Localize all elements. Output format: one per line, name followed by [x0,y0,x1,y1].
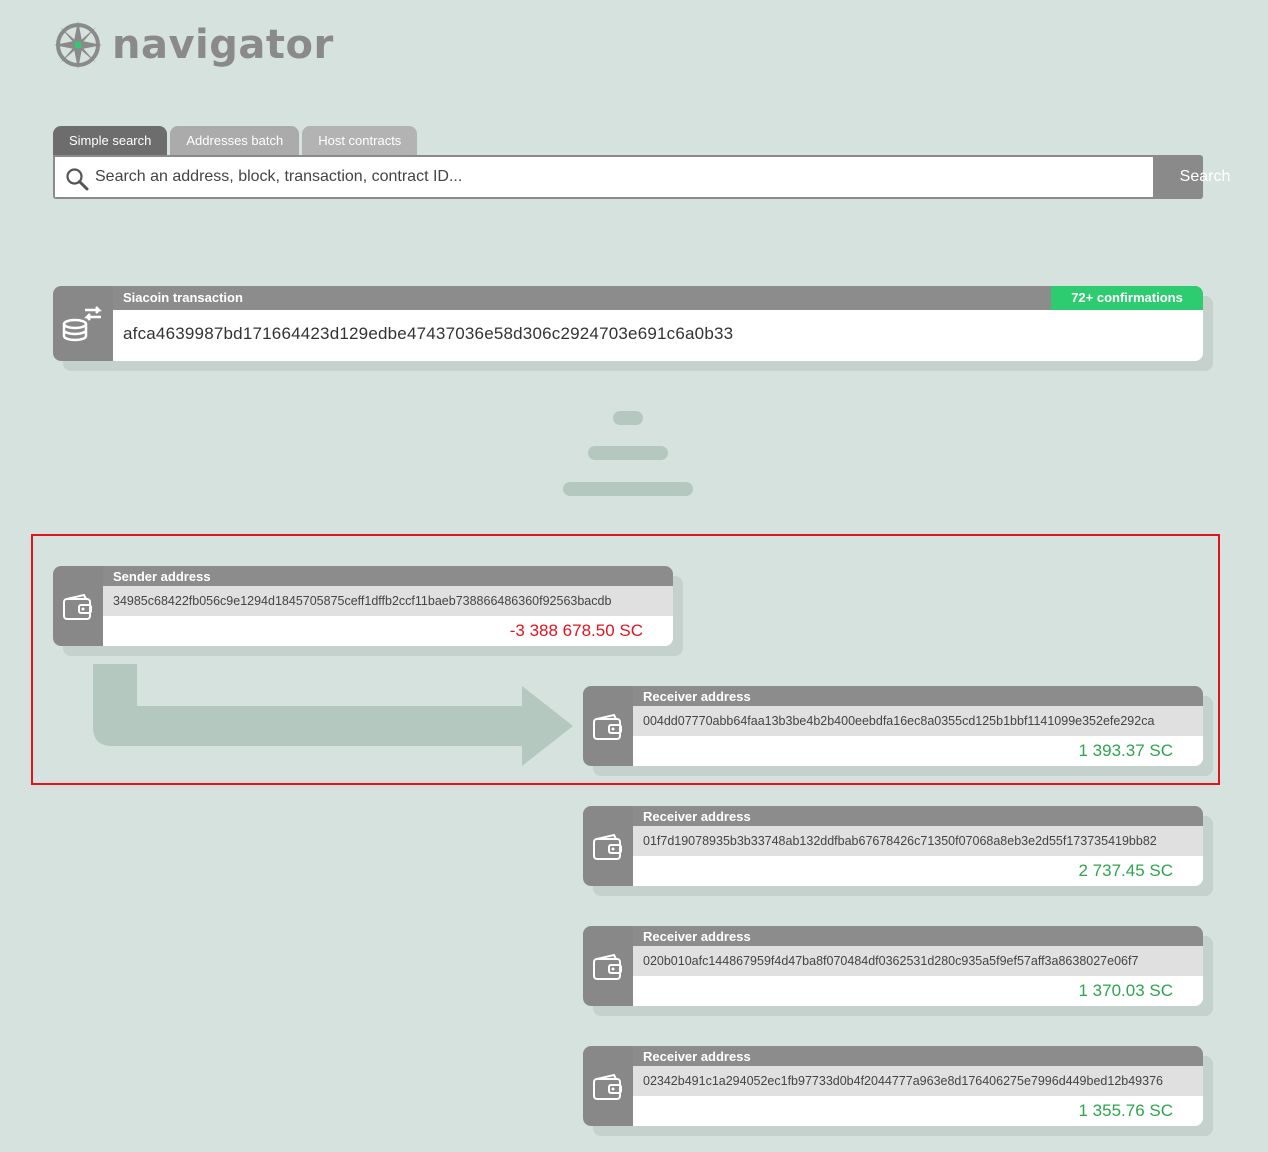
receiver-address[interactable]: 01f7d19078935b3b33748ab132ddfbab67678426… [643,826,1157,856]
search-input[interactable] [95,157,1145,197]
receiver-amount: 2 737.45 SC [1078,861,1173,880]
transaction-card: Siacoin transaction 72+ confirmations af… [53,286,1203,361]
receiver-address-row: 01f7d19078935b3b33748ab132ddfbab67678426… [633,826,1203,856]
search-tabs: Simple search Addresses batch Host contr… [53,126,420,156]
receiver-header: Receiver address [633,1046,1203,1066]
sender-header: Sender address [103,566,673,586]
compass-icon [54,21,102,69]
separator-bar-small [613,411,643,425]
transaction-type-label: Siacoin transaction [123,290,243,305]
tab-simple-search[interactable]: Simple search [53,126,168,156]
sender-title: Sender address [113,569,211,584]
receiver-address[interactable]: 020b010afc144867959f4d47ba8f070484df0362… [643,946,1138,976]
receiver-title: Receiver address [643,929,751,944]
wallet-icon [593,954,622,980]
wallet-icon [593,714,622,740]
receiver-header: Receiver address [633,926,1203,946]
wallet-icon [593,1074,622,1100]
transaction-icon-panel [53,286,113,361]
receiver-address[interactable]: 004dd07770abb64faa13b3be4b2b400eebdfa16e… [643,706,1154,736]
receiver-icon-panel [583,806,633,886]
sender-address-row: 34985c68422fb056c9e1294d1845705875ceff1d… [103,586,673,616]
search-button[interactable]: Search [1155,155,1255,199]
receiver-icon-panel [583,926,633,1006]
separator-bar-medium [588,446,668,460]
receiver-card[interactable]: Receiver address 020b010afc144867959f4d4… [583,926,1203,1006]
receiver-address[interactable]: 02342b491c1a294052ec1fb97733d0b4f2044777… [643,1066,1163,1096]
separator-bar-large [563,482,693,496]
receiver-title: Receiver address [643,689,751,704]
receiver-card[interactable]: Receiver address 01f7d19078935b3b33748ab… [583,806,1203,886]
receiver-header: Receiver address [633,686,1203,706]
receiver-title: Receiver address [643,809,751,824]
receiver-header: Receiver address [633,806,1203,826]
wallet-icon [593,834,622,860]
brand-logo[interactable]: navigator [52,18,334,72]
search-input-box [55,157,1153,197]
tab-addresses-batch[interactable]: Addresses batch [170,126,300,156]
sender-address[interactable]: 34985c68422fb056c9e1294d1845705875ceff1d… [113,586,611,616]
receiver-icon-panel [583,686,633,766]
receiver-amount: 1 370.03 SC [1078,981,1173,1000]
tab-host-contracts[interactable]: Host contracts [302,126,418,156]
search-icon [66,168,89,191]
transaction-header: Siacoin transaction 72+ confirmations [113,286,1203,310]
receiver-title: Receiver address [643,1049,751,1064]
receiver-amount: 1 393.37 SC [1078,741,1173,760]
sender-icon-panel [53,566,103,646]
receiver-card[interactable]: Receiver address 004dd07770abb64faa13b3b… [583,686,1203,766]
receiver-amount: 1 355.76 SC [1078,1101,1173,1120]
receiver-card[interactable]: Receiver address 02342b491c1a294052ec1fb… [583,1046,1203,1126]
wallet-icon [63,594,92,620]
search-bar: Search [53,155,1230,199]
transaction-hash: afca4639987bd171664423d129edbe47437036e5… [123,324,734,343]
brand-name: navigator [112,22,334,68]
sender-card[interactable]: Sender address 34985c68422fb056c9e1294d1… [53,566,673,646]
receiver-address-row: 004dd07770abb64faa13b3be4b2b400eebdfa16e… [633,706,1203,736]
receiver-address-row: 020b010afc144867959f4d47ba8f070484df0362… [633,946,1203,976]
coins-exchange-icon [62,306,103,342]
confirmations-badge: 72+ confirmations [1051,286,1203,310]
receiver-address-row: 02342b491c1a294052ec1fb97733d0b4f2044777… [633,1066,1203,1096]
sender-amount: -3 388 678.50 SC [509,621,643,640]
receiver-icon-panel [583,1046,633,1126]
